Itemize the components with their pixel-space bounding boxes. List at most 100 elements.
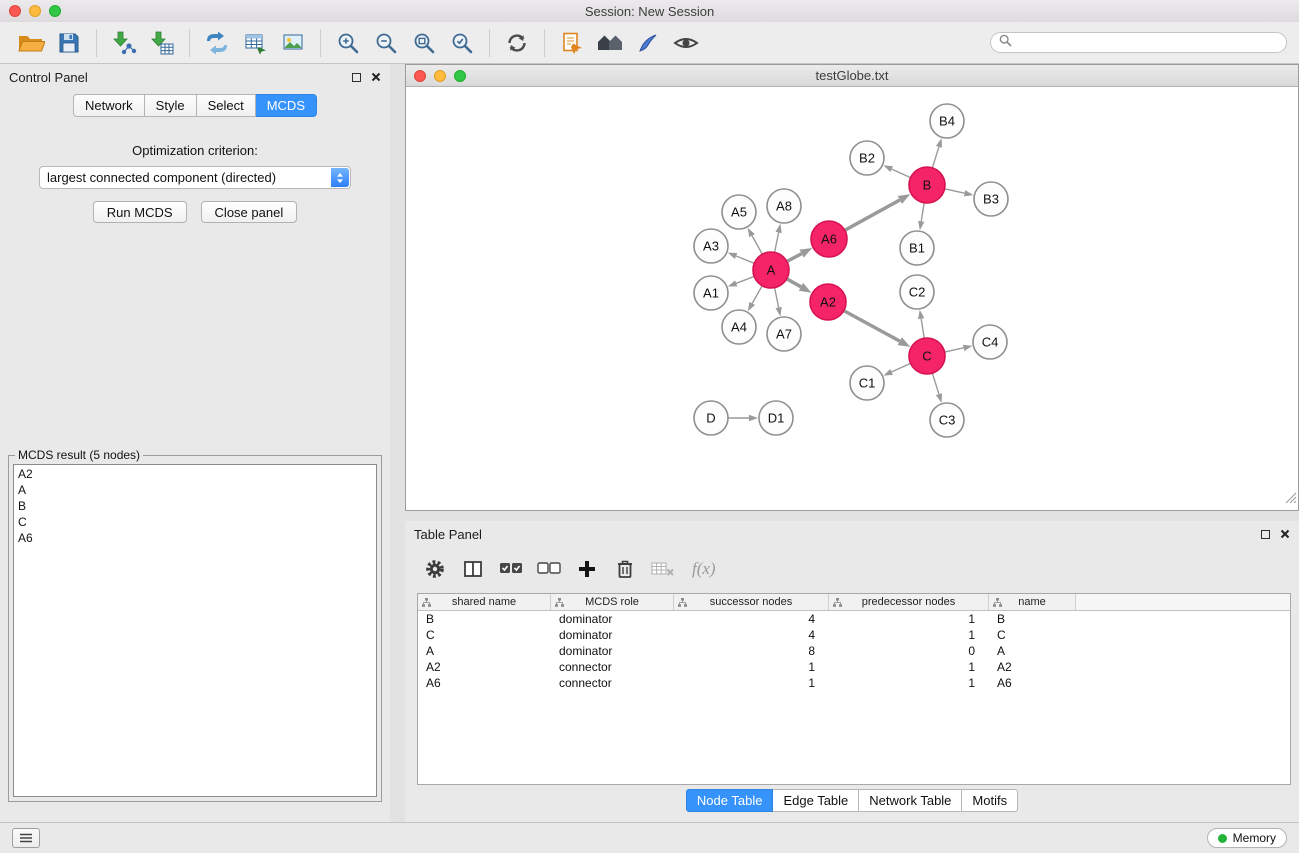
network-close-button[interactable] [414,70,426,82]
graph-node-A7[interactable]: A7 [767,317,801,351]
table-cell[interactable]: B [989,612,1076,626]
network-minimize-button[interactable] [434,70,446,82]
table-cell[interactable]: A2 [418,660,551,674]
column-sort-icon[interactable] [833,598,842,607]
graph-edge-A-A7[interactable] [775,288,779,308]
table-row[interactable]: Adominator80A [418,643,1290,659]
table-settings-button[interactable] [422,556,448,582]
graph-edge-B-B1[interactable] [921,203,924,222]
graph-edge-A-A4[interactable] [752,286,762,304]
graph-node-D1[interactable]: D1 [759,401,793,435]
zoom-in-button[interactable] [329,26,367,60]
table-cell[interactable]: 1 [829,628,989,642]
save-session-button[interactable] [50,26,88,60]
graph-node-A[interactable]: A [753,252,789,288]
graph-edge-A-A2[interactable] [787,279,801,287]
deselect-all-button[interactable] [536,556,562,582]
column-header-successor-nodes[interactable]: successor nodes [674,594,829,610]
table-cell[interactable]: dominator [551,644,674,658]
graph-edge-C-C3[interactable] [932,373,939,394]
column-sort-icon[interactable] [555,598,564,607]
column-sort-icon[interactable] [993,598,1002,607]
table-cell[interactable]: A6 [418,676,551,690]
table-cell[interactable]: B [418,612,551,626]
table-cell[interactable]: 1 [829,676,989,690]
graph-node-A3[interactable]: A3 [694,229,728,263]
graph-node-A2[interactable]: A2 [810,284,846,320]
delete-row-button[interactable] [612,556,638,582]
graph-edge-A-A5[interactable] [752,236,762,255]
home-button[interactable] [591,26,629,60]
graph-node-A5[interactable]: A5 [722,195,756,229]
table-row[interactable]: Bdominator41B [418,611,1290,627]
mcds-result-list[interactable]: A2ABCA6 [13,464,377,797]
style-brush-button[interactable] [629,26,667,60]
search-input[interactable] [1017,36,1278,50]
export-image-button[interactable] [274,26,312,60]
graph-node-C3[interactable]: C3 [930,403,964,437]
table-cell[interactable]: A [989,644,1076,658]
graph-node-B4[interactable]: B4 [930,104,964,138]
zoom-selected-button[interactable] [443,26,481,60]
table-cell[interactable]: 1 [829,660,989,674]
tab-mcds[interactable]: MCDS [256,94,317,117]
column-sort-icon[interactable] [678,598,687,607]
tab-network[interactable]: Network [73,94,145,117]
graph-node-A8[interactable]: A8 [767,189,801,223]
graph-node-C[interactable]: C [909,338,945,374]
graph-edge-A-A6[interactable] [787,254,802,262]
memory-button[interactable]: Memory [1207,828,1287,848]
table-cell[interactable]: dominator [551,612,674,626]
zoom-out-button[interactable] [367,26,405,60]
graph-node-B1[interactable]: B1 [900,231,934,265]
close-window-button[interactable] [9,5,21,17]
column-header-shared-name[interactable]: shared name [418,594,551,610]
table-tab-network-table[interactable]: Network Table [859,789,962,812]
tab-select[interactable]: Select [197,94,256,117]
zoom-fit-button[interactable] [405,26,443,60]
graph-node-C4[interactable]: C4 [973,325,1007,359]
table-tab-node-table[interactable]: Node Table [686,789,774,812]
delete-table-button[interactable] [650,556,676,582]
graph-edge-B-B3[interactable] [945,189,965,193]
float-panel-icon[interactable] [1261,530,1270,539]
graph-node-A6[interactable]: A6 [811,221,847,257]
table-cell[interactable]: 4 [674,628,829,642]
resize-grip-icon[interactable] [1285,491,1297,509]
table-row[interactable]: Cdominator41C [418,627,1290,643]
graph-edge-C-C2[interactable] [921,319,924,339]
graph-node-C2[interactable]: C2 [900,275,934,309]
network-zoom-button[interactable] [454,70,466,82]
graph-edge-A-A8[interactable] [775,232,779,252]
graph-node-B2[interactable]: B2 [850,141,884,175]
import-table-button[interactable] [143,26,181,60]
graph-edge-C-C4[interactable] [945,348,964,352]
graph-node-B[interactable]: B [909,167,945,203]
graph-edge-B-B4[interactable] [932,147,939,168]
table-row[interactable]: A2connector11A2 [418,659,1290,675]
close-panel-icon[interactable] [371,70,381,85]
close-panel-button[interactable]: Close panel [201,201,298,223]
toolbar-search[interactable] [990,32,1287,53]
table-cell[interactable]: A6 [989,676,1076,690]
table-cell[interactable]: connector [551,676,674,690]
show-hide-button[interactable] [667,26,705,60]
table-cell[interactable]: connector [551,660,674,674]
optimization-criterion-select[interactable]: largest connected component (directed) [39,166,351,189]
column-sort-icon[interactable] [422,598,431,607]
export-network-button[interactable] [198,26,236,60]
graph-edge-A-A1[interactable] [736,276,754,283]
network-window-titlebar[interactable]: testGlobe.txt [406,65,1298,87]
task-history-button[interactable] [12,828,40,848]
select-all-button[interactable] [498,556,524,582]
function-builder-button[interactable]: f(x) [688,559,716,579]
graph-node-A4[interactable]: A4 [722,310,756,344]
table-cell[interactable]: 1 [674,676,829,690]
graph-edge-A6-B[interactable] [845,200,900,230]
column-visibility-button[interactable] [460,556,486,582]
graph-edge-C-C1[interactable] [892,363,911,372]
table-cell[interactable]: A2 [989,660,1076,674]
refresh-button[interactable] [498,26,536,60]
graph-node-B3[interactable]: B3 [974,182,1008,216]
table-cell[interactable]: 0 [829,644,989,658]
